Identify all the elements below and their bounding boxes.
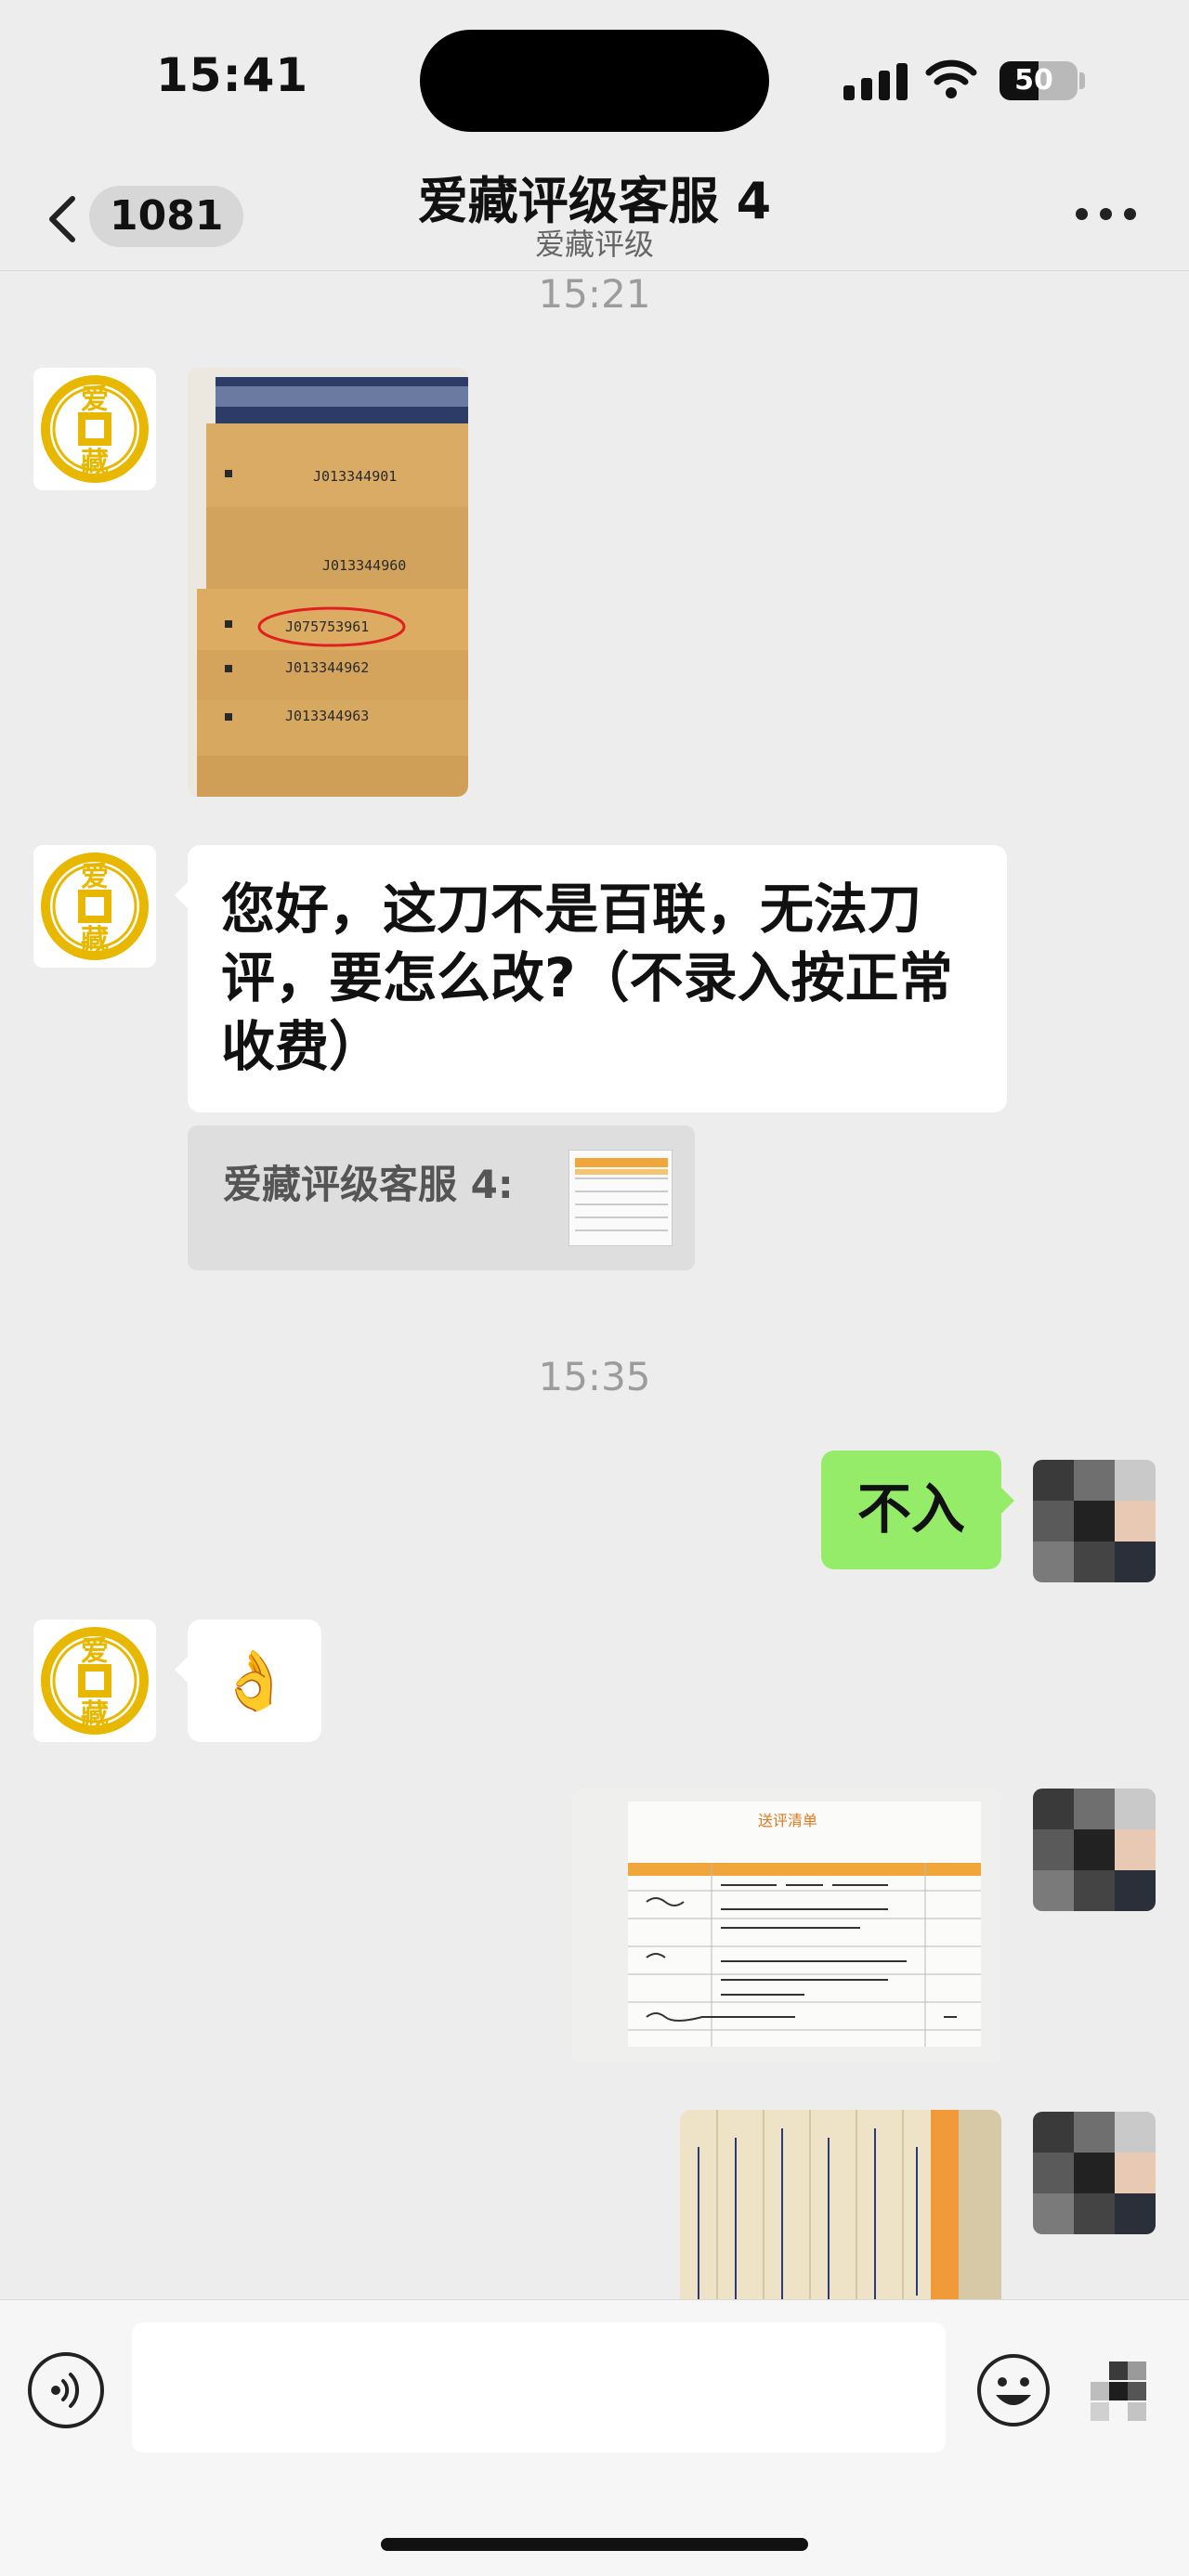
battery-percentage: 50 — [1014, 64, 1053, 97]
coin-logo-icon: 爱 藏 — [41, 852, 149, 960]
ok-hand-icon: 👌 — [218, 1646, 291, 1714]
status-time: 15:41 — [156, 48, 309, 102]
dynamic-island — [420, 30, 769, 132]
chat-header: 1081 爱藏评级客服 4 爱藏评级 — [0, 158, 1189, 271]
submission-form-photo[interactable]: 送评清单 — [572, 1789, 1001, 2063]
svg-text:爱: 爱 — [81, 1635, 109, 1668]
status-bar: 15:41 50 — [0, 0, 1189, 158]
svg-text:藏: 藏 — [81, 924, 109, 956]
message-text: 不入 — [856, 1477, 965, 1541]
plus-icon[interactable] — [1089, 2356, 1163, 2430]
message-list[interactable]: 15:21 爱 藏 J013344901 J013344960 J0757539… — [0, 271, 1189, 2299]
quote-thumbnail — [568, 1150, 673, 1246]
user-avatar[interactable] — [1033, 1460, 1156, 1582]
quote-sender: 爱藏评级客服 4: — [223, 1162, 514, 1207]
message-input[interactable] — [132, 2322, 946, 2452]
message-text: 您好，这刀不是百联，无法刀 评，要怎么改?（不录入按正常 收费） — [221, 878, 953, 1078]
own-message-bubble[interactable]: 不入 — [821, 1451, 1014, 1569]
form-image: 送评清单 — [572, 1789, 1001, 2063]
message-bubble[interactable]: 您好，这刀不是百联，无法刀 评，要怎么改?（不录入按正常 收费） — [175, 845, 1007, 1112]
battery-icon: 50 — [1000, 61, 1078, 100]
banknote-photo[interactable]: J013344901 J013344960 J075753961 J013344… — [188, 368, 468, 797]
service-avatar[interactable]: 爱 藏 — [33, 845, 156, 968]
service-avatar[interactable]: 爱 藏 — [33, 368, 156, 490]
coin-logo-icon: 爱 藏 — [41, 1627, 149, 1735]
user-avatar[interactable] — [1033, 1789, 1156, 1911]
message-bubble[interactable]: 👌 — [175, 1620, 321, 1742]
quoted-message[interactable]: 爱藏评级客服 4: — [188, 1125, 695, 1270]
svg-text:J075753961: J075753961 — [285, 618, 369, 635]
svg-text:爱: 爱 — [81, 861, 109, 893]
banknote-stack-image: J013344901 J013344960 J075753961 J013344… — [188, 368, 468, 797]
input-bar — [0, 2299, 1189, 2576]
battery-tip — [1079, 72, 1085, 89]
svg-text:藏: 藏 — [81, 447, 109, 479]
user-avatar[interactable] — [1033, 2112, 1156, 2234]
timestamp: 15:21 — [538, 271, 651, 317]
timestamp: 15:35 — [538, 1354, 651, 1399]
cellular-signal-icon — [843, 63, 908, 100]
svg-text:J013344962: J013344962 — [285, 659, 369, 676]
wifi-icon — [925, 59, 977, 98]
svg-text:藏: 藏 — [81, 1698, 109, 1731]
svg-text:J013344901: J013344901 — [313, 468, 397, 485]
more-dots-icon[interactable] — [1068, 195, 1143, 232]
home-indicator[interactable] — [381, 2538, 808, 2551]
service-avatar[interactable]: 爱 藏 — [33, 1620, 156, 1742]
coin-logo-icon: 爱 藏 — [41, 375, 149, 483]
emoji-icon[interactable] — [975, 2352, 1052, 2428]
svg-text:J013344963: J013344963 — [285, 708, 369, 724]
svg-text:送评清单: 送评清单 — [758, 1812, 817, 1829]
voice-icon[interactable] — [28, 2352, 104, 2428]
handwritten-list-photo[interactable] — [680, 2110, 1001, 2299]
svg-text:爱: 爱 — [81, 384, 109, 416]
handwritten-list-image — [680, 2110, 1001, 2299]
chat-subtitle: 爱藏评级 — [534, 227, 654, 262]
svg-text:J013344960: J013344960 — [322, 557, 406, 574]
